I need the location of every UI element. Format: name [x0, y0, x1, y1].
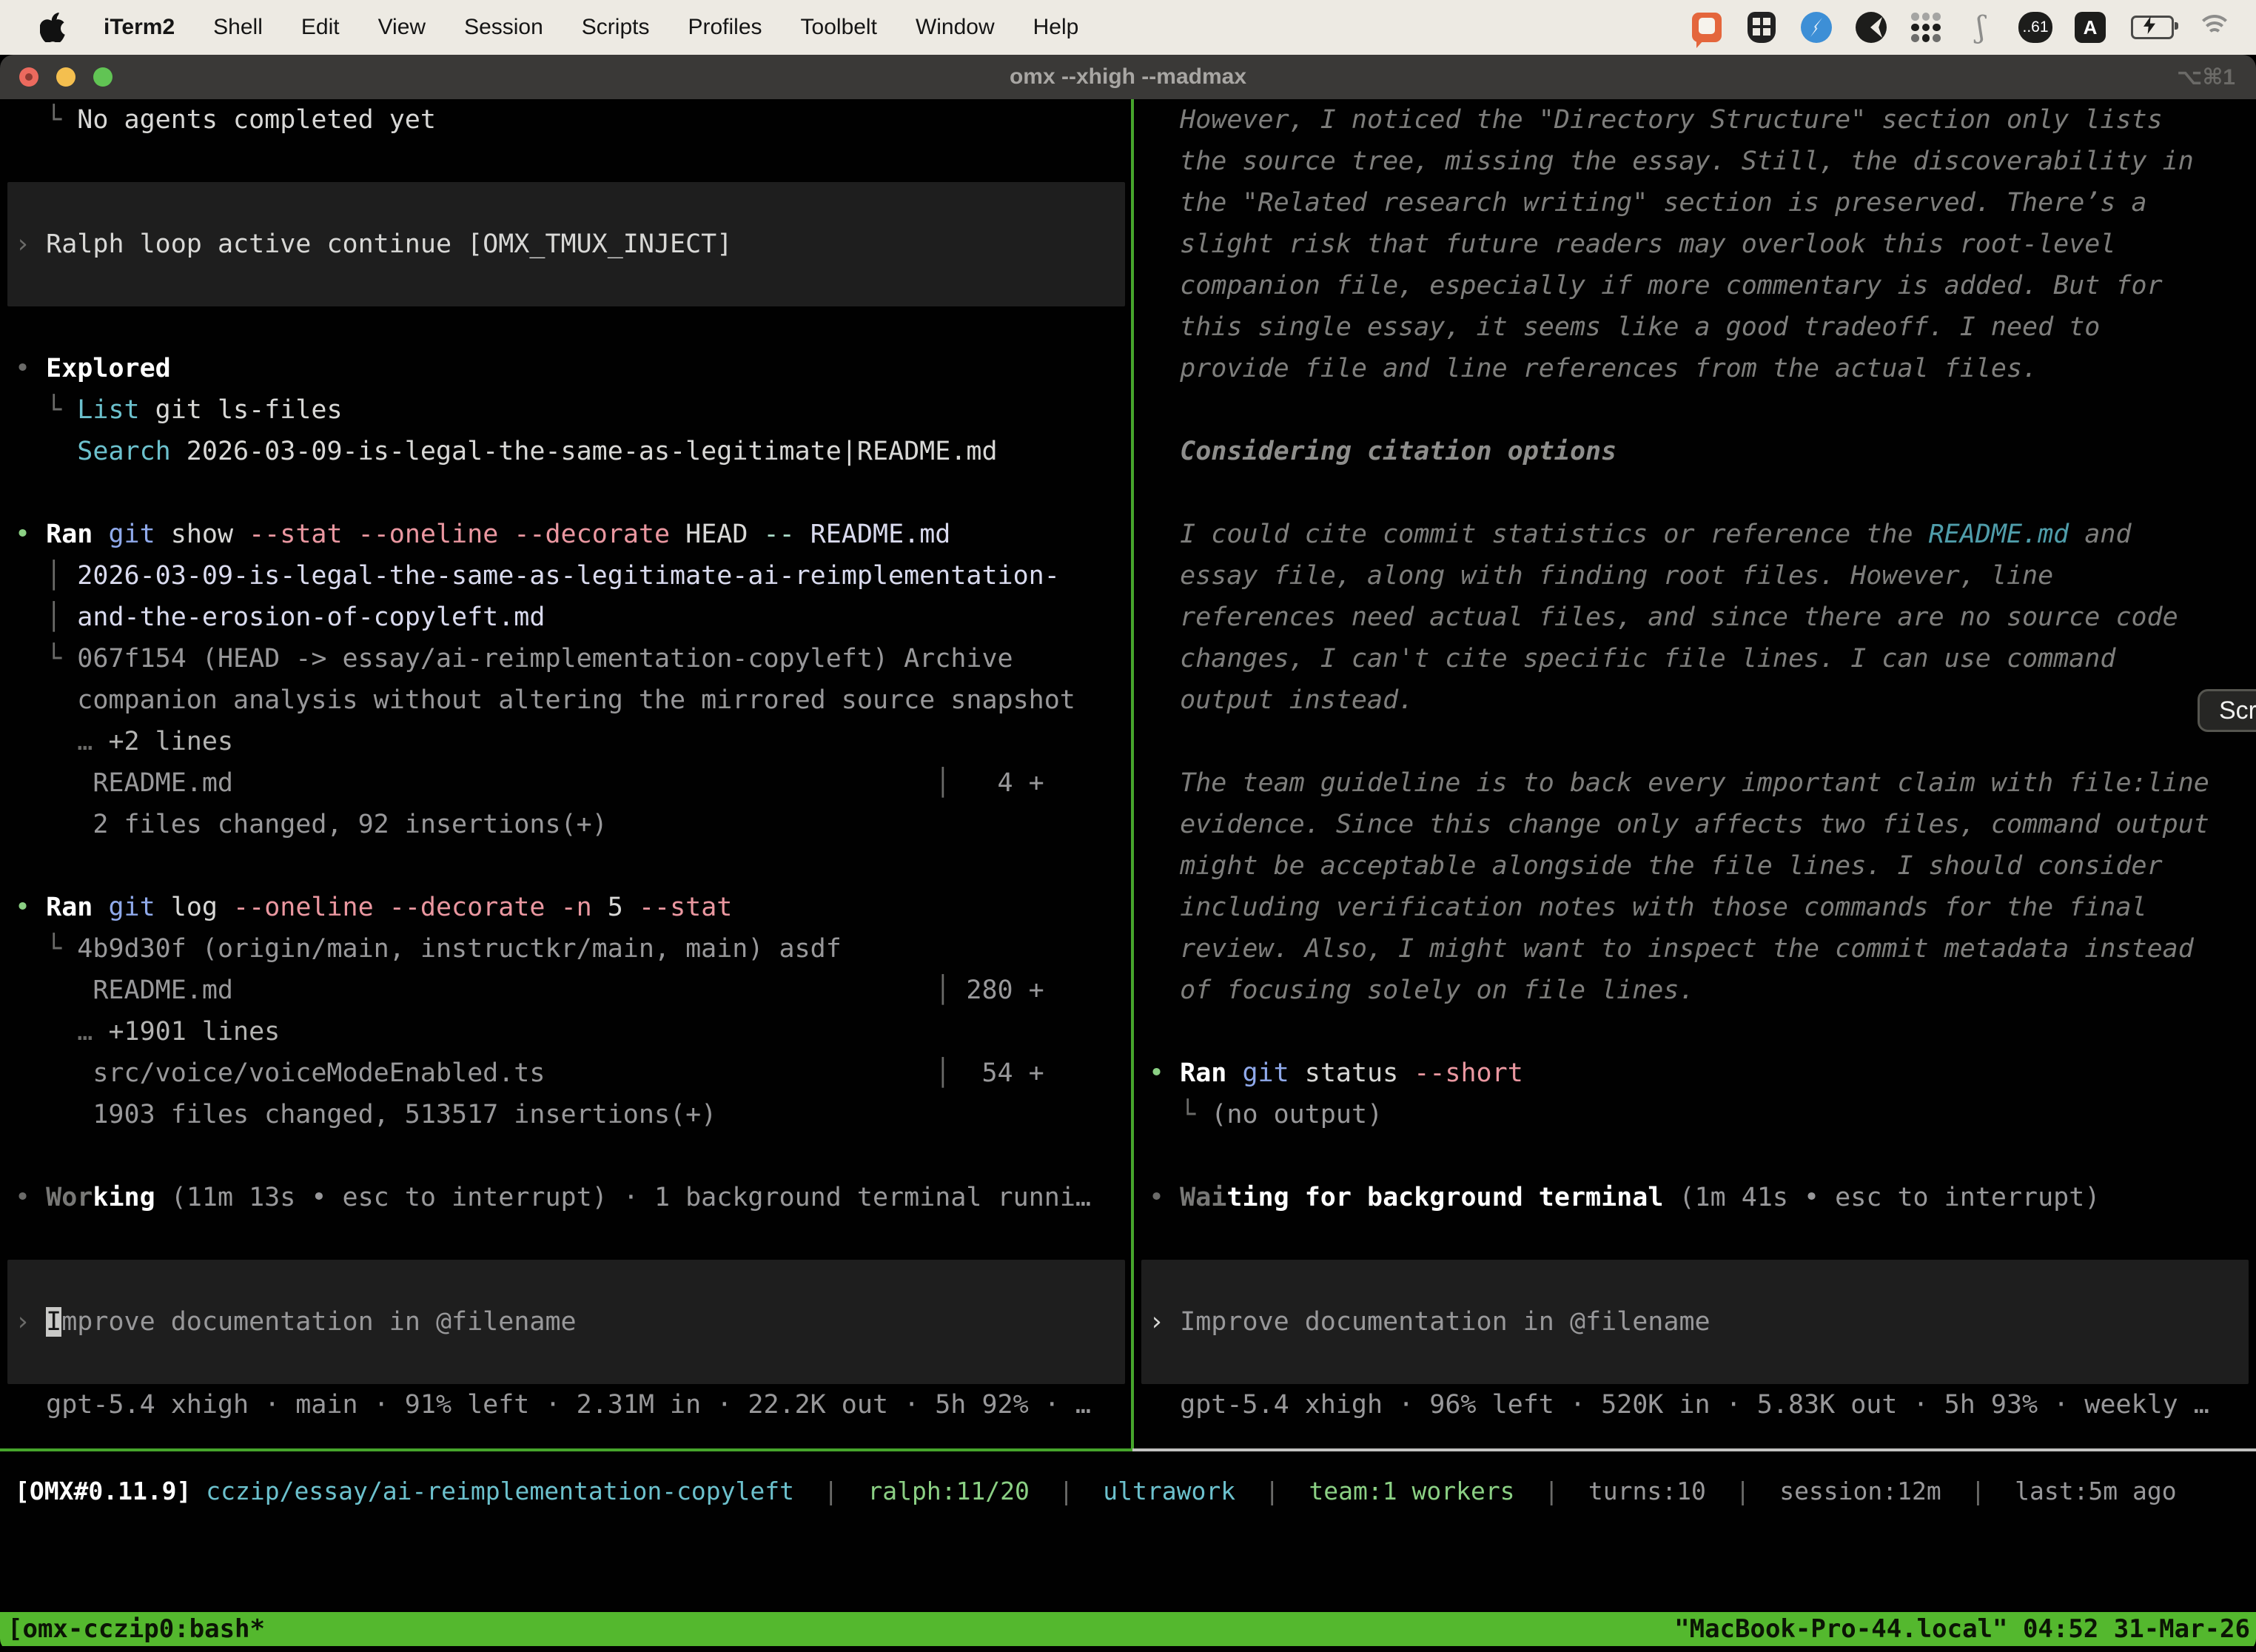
menu-item[interactable]: iTerm2	[104, 15, 175, 40]
terminal-line: of focusing solely on file lines.	[1149, 970, 1695, 1011]
omx-status-line: [OMX#0.11.9] cczip/essay/ai-reimplementa…	[0, 1471, 2256, 1512]
left-pane-bottom-border	[0, 1448, 1132, 1451]
terminal-line: • Working (11m 13s • esc to interrupt) ·…	[15, 1177, 1091, 1218]
shield-grid-icon[interactable]	[1745, 11, 1778, 44]
menu-item-session[interactable]: Session	[464, 15, 543, 40]
terminal-line: [OMX#0.11.9] cczip/essay/ai-reimplementa…	[15, 1471, 2177, 1512]
terminal-line: However, I noticed the "Directory Struct…	[1149, 99, 2163, 141]
terminal-line: the "Related research writing" section i…	[1149, 182, 2147, 224]
terminal-line: Considering citation options	[1149, 431, 1617, 472]
terminal-line: this single essay, it seems like a good …	[1149, 306, 2100, 348]
menu-bar: iTerm2 Shell Edit View Session Scripts Profil…	[0, 0, 2256, 55]
terminal-line: slight risk that future readers may over…	[1149, 224, 2115, 265]
terminal-line: README.md │ 4 +	[15, 762, 1044, 804]
menu-status-icons: ʃ ..61 A	[1691, 11, 2256, 44]
screen-overlay-tooltip: Scre	[2198, 689, 2256, 732]
left-prompt-line[interactable]: › Improve documentation in @filename	[15, 1301, 577, 1343]
terminal-line: essay file, along with finding root file…	[1149, 555, 2053, 597]
terminal-line: changes, I can't cite specific file line…	[1149, 638, 2115, 679]
menu-item-view[interactable]: View	[378, 15, 426, 40]
terminal-line: • Ran git status --short	[1149, 1052, 1523, 1094]
menu-item-help[interactable]: Help	[1033, 15, 1079, 40]
minimize-button[interactable]	[56, 67, 75, 87]
hook-icon[interactable]: ʃ	[1964, 11, 1997, 44]
terminal-line: I could cite commit statistics or refere…	[1149, 514, 2132, 555]
close-button[interactable]	[19, 67, 38, 87]
terminal-line: └ No agents completed yet	[15, 99, 436, 141]
gauge-61-icon[interactable]: ..61	[2019, 11, 2052, 44]
right-agent-pane[interactable]: However, I noticed the "Directory Struct…	[1134, 99, 2256, 1448]
terminal-line: Search 2026-03-09-is-legal-the-same-as-l…	[15, 431, 998, 472]
tmux-host-clock: "MacBook-Pro-44.local" 04:52 31-Mar-26	[1674, 1614, 2256, 1644]
traffic-lights	[0, 67, 113, 87]
terminal-line: the source tree, missing the essay. Stil…	[1149, 141, 2194, 182]
terminal-line: │ and-the-erosion-of-copyleft.md	[15, 597, 545, 638]
right-prompt-line[interactable]: › Improve documentation in @filename	[1149, 1301, 1711, 1343]
terminal-line: might be acceptable alongside the file l…	[1149, 845, 2163, 887]
tmux-session-label[interactable]: [omx-cczip0:bash*	[0, 1614, 265, 1644]
terminal-line: … +1901 lines	[15, 1011, 280, 1052]
menu-item-shell[interactable]: Shell	[213, 15, 263, 40]
terminal-line: provide file and line references from th…	[1149, 348, 2038, 389]
window-title-bar[interactable]: omx --xhigh --madmax ⌥⌘1	[0, 55, 2256, 99]
menu-item-toolbelt[interactable]: Toolbelt	[801, 15, 877, 40]
tmux-status-bar: [omx-cczip0:bash* "MacBook-Pro-44.local"…	[0, 1612, 2256, 1646]
terminal-line: │ 2026-03-09-is-legal-the-same-as-legiti…	[15, 555, 1060, 597]
wifi-icon[interactable]	[2198, 11, 2231, 44]
blue-badge-icon[interactable]	[1800, 11, 1833, 44]
terminal-line: 2 files changed, 92 insertions(+)	[15, 804, 608, 845]
menu-item-window[interactable]: Window	[916, 15, 995, 40]
terminal-line: The team guideline is to back every impo…	[1149, 762, 2209, 804]
window-title: omx --xhigh --madmax	[0, 64, 2256, 90]
terminal-line: evidence. Since this change only affects…	[1149, 804, 2209, 845]
terminal-line: README.md │ 280 +	[15, 970, 1044, 1011]
right-pane-bottom-border	[1132, 1448, 2256, 1451]
terminal-line: 1903 files changed, 513517 insertions(+)	[15, 1094, 716, 1135]
terminal-line: output instead.	[1149, 679, 1414, 721]
terminal: └ No agents completed yet › Ralph loop ac…	[0, 99, 2256, 1652]
input-source-a-icon[interactable]: A	[2074, 11, 2106, 44]
terminal-line: review. Also, I might want to inspect th…	[1149, 928, 2194, 970]
terminal-line: • Ran git log --oneline --decorate -n 5 …	[15, 887, 732, 928]
terminal-line: └ List git ls-files	[15, 389, 343, 431]
text-cursor: I	[46, 1307, 61, 1337]
chat-app-icon[interactable]	[1691, 11, 1723, 44]
terminal-line: including verification notes with those …	[1149, 887, 2147, 928]
terminal-line: • Explored	[15, 348, 171, 389]
terminal-line: gpt-5.4 xhigh · main · 91% left · 2.31M …	[15, 1384, 1091, 1426]
kaleidoscope-icon[interactable]	[1855, 11, 1887, 44]
screen: iTerm2 Shell Edit View Session Scripts Profil…	[0, 0, 2256, 1652]
terminal-line: └ 067f154 (HEAD -> essay/ai-reimplementa…	[15, 638, 1013, 679]
menu-item-edit[interactable]: Edit	[301, 15, 340, 40]
zoom-button[interactable]	[93, 67, 113, 87]
terminal-line: references need actual files, and since …	[1149, 597, 2178, 638]
terminal-line: src/voice/voiceModeEnabled.ts │ 54 +	[15, 1052, 1044, 1094]
terminal-line: • Waiting for background terminal (1m 41…	[1149, 1177, 2100, 1218]
terminal-line: companion file, especially if more comme…	[1149, 265, 2163, 306]
menu-item-profiles[interactable]: Profiles	[688, 15, 762, 40]
window-shortcut-hint: ⌥⌘1	[2177, 64, 2235, 90]
menu-item-scripts[interactable]: Scripts	[582, 15, 650, 40]
battery-charging-icon[interactable]	[2129, 11, 2176, 44]
terminal-line: └ 4b9d30f (origin/main, instructkr/main,…	[15, 928, 842, 970]
terminal-line: • Ran git show --stat --oneline --decora…	[15, 514, 950, 555]
terminal-line: … +2 lines	[15, 721, 233, 762]
apple-logo-icon[interactable]	[40, 13, 65, 42]
terminal-line: › Ralph loop active continue [OMX_TMUX_I…	[15, 224, 732, 265]
terminal-line: companion analysis without altering the …	[15, 679, 1075, 721]
terminal-line: └ (no output)	[1149, 1094, 1383, 1135]
terminal-line: gpt-5.4 xhigh · 96% left · 520K in · 5.8…	[1149, 1384, 2209, 1426]
left-agent-pane[interactable]: └ No agents completed yet › Ralph loop ac…	[0, 99, 1131, 1448]
dots-grid-icon[interactable]	[1910, 11, 1942, 44]
